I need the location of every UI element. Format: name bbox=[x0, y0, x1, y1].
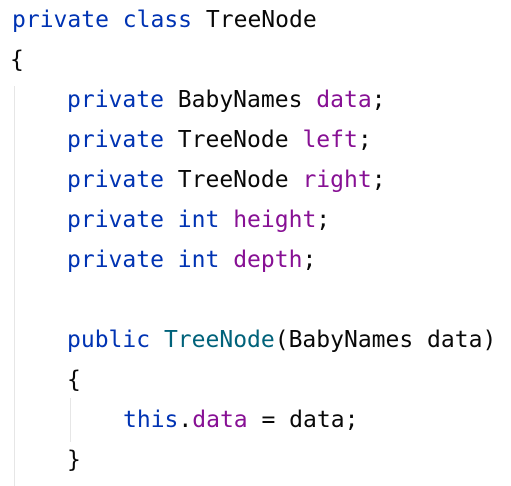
dot: . bbox=[178, 407, 193, 433]
code-line-assignment: this.data = data; bbox=[123, 400, 358, 440]
constructor-name: TreeNode bbox=[163, 327, 275, 353]
field-name: right bbox=[302, 167, 372, 193]
semicolon: ; bbox=[371, 167, 386, 193]
keyword-private: private bbox=[12, 7, 109, 33]
semicolon: ; bbox=[302, 247, 317, 273]
code-line-field-right: private TreeNode right; bbox=[67, 160, 386, 200]
type-int: int bbox=[177, 207, 220, 233]
code-line-field-height: private int height; bbox=[67, 200, 330, 240]
class-name: TreeNode bbox=[205, 7, 317, 33]
type-name: TreeNode bbox=[177, 127, 289, 153]
open-brace: { bbox=[10, 47, 24, 73]
semicolon: ; bbox=[371, 87, 386, 113]
code-line-open-brace: { bbox=[10, 40, 24, 80]
code-line-field-left: private TreeNode left; bbox=[67, 120, 372, 160]
field-name: depth bbox=[233, 247, 303, 273]
code-line-constructor: public TreeNode(BabyNames data) bbox=[67, 320, 496, 360]
code-line-field-data: private BabyNames data; bbox=[67, 80, 386, 120]
keyword-private: private bbox=[67, 167, 164, 193]
semicolon: ; bbox=[357, 127, 372, 153]
semicolon: ; bbox=[316, 207, 331, 233]
indent-guide bbox=[14, 86, 15, 486]
field-name: data bbox=[192, 407, 248, 433]
code-line-field-depth: private int depth; bbox=[67, 240, 316, 280]
keyword-private: private bbox=[67, 87, 164, 113]
code-editor[interactable]: private class TreeNode { private BabyNam… bbox=[0, 0, 511, 486]
field-name: data bbox=[316, 87, 372, 113]
keyword-private: private bbox=[67, 207, 164, 233]
type-int: int bbox=[177, 247, 220, 273]
code-line-constructor-open-brace: { bbox=[67, 360, 81, 400]
keyword-this: this bbox=[123, 407, 179, 433]
assignment-rest: = data; bbox=[247, 407, 359, 433]
code-line-constructor-close-brace: } bbox=[67, 440, 81, 480]
parameter-list: (BabyNames data) bbox=[274, 327, 497, 353]
open-brace: { bbox=[67, 367, 81, 393]
keyword-class: class bbox=[122, 7, 193, 33]
close-brace: } bbox=[67, 447, 81, 473]
keyword-private: private bbox=[67, 127, 164, 153]
field-name: height bbox=[233, 207, 317, 233]
field-name: left bbox=[302, 127, 358, 153]
indent-guide bbox=[70, 398, 71, 442]
code-line-class-declaration: private class TreeNode bbox=[12, 0, 317, 40]
keyword-private: private bbox=[67, 247, 164, 273]
type-name: BabyNames bbox=[177, 87, 303, 113]
type-name: TreeNode bbox=[177, 167, 289, 193]
keyword-public: public bbox=[67, 327, 151, 353]
